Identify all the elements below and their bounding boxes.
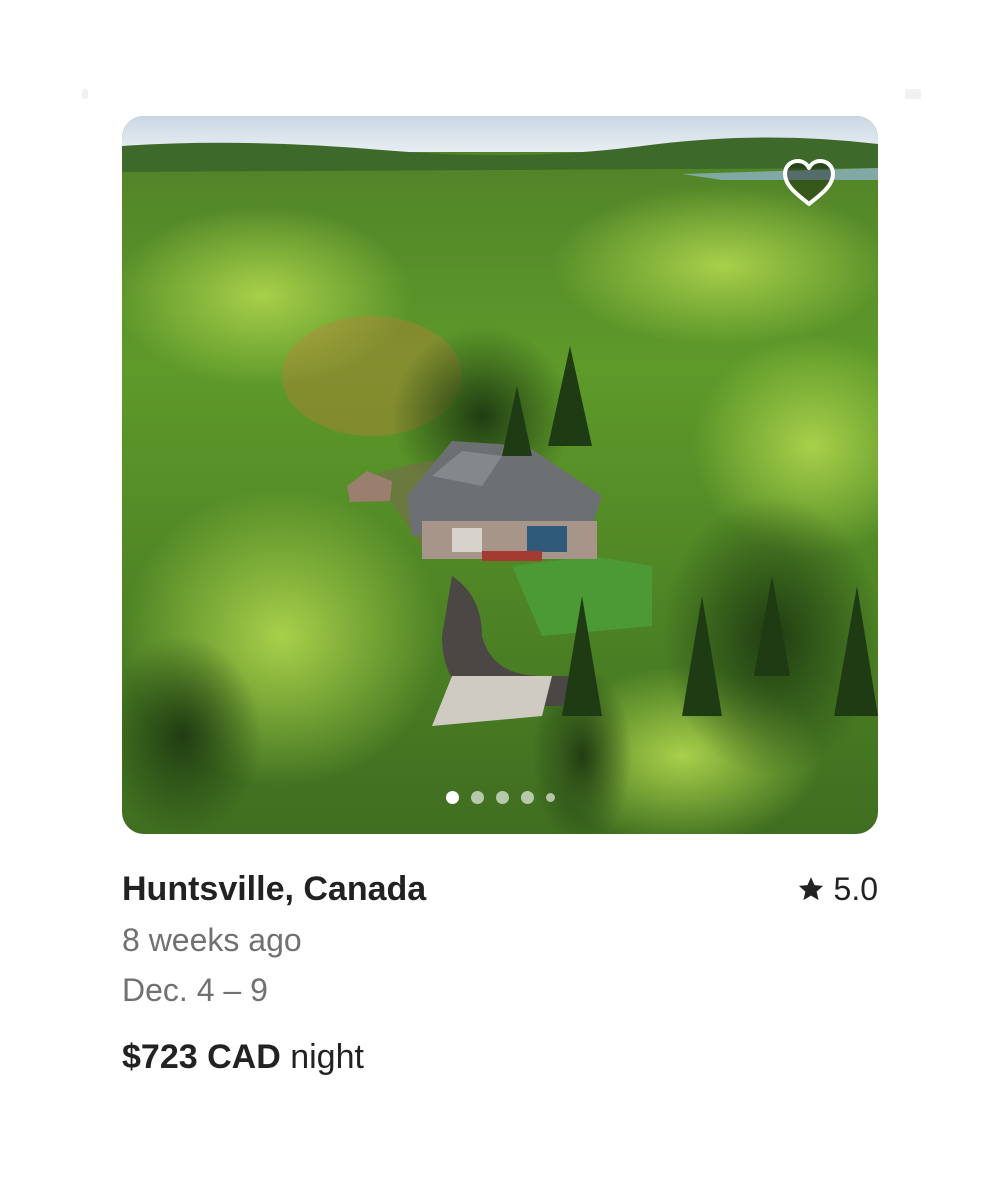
title-row: Huntsville, Canada 5.0 xyxy=(122,868,878,910)
posted-time: 8 weeks ago xyxy=(122,922,302,958)
nightly-price: $723 CAD xyxy=(122,1038,281,1076)
carousel-dot-4[interactable] xyxy=(520,791,534,804)
price-row: $723 CAD night xyxy=(122,1038,878,1077)
listing-location: Huntsville, Canada xyxy=(122,869,427,908)
carousel-dot-2[interactable] xyxy=(470,791,484,804)
wishlist-button[interactable] xyxy=(780,156,838,210)
listing-info: Huntsville, Canada 5.0 8 weeks ago Dec. … xyxy=(122,868,878,1077)
listing-card[interactable]: Huntsville, Canada 5.0 8 weeks ago Dec. … xyxy=(122,116,878,1077)
heart-icon xyxy=(783,159,835,206)
rating-value: 5.0 xyxy=(833,870,878,907)
carousel-dot-1[interactable] xyxy=(445,791,459,804)
carousel-dot-5[interactable] xyxy=(545,793,555,802)
carousel-dot-3[interactable] xyxy=(495,791,509,804)
photo-carousel-dots xyxy=(122,791,878,804)
listing-rating: 5.0 xyxy=(796,871,878,908)
listing-photo[interactable] xyxy=(122,116,878,834)
listing-dates: Dec. 4 – 9 xyxy=(122,972,268,1008)
aerial-forest-house-photo xyxy=(122,116,878,834)
price-unit: night xyxy=(290,1038,364,1076)
corner-mark-left xyxy=(82,89,88,99)
star-icon xyxy=(798,877,823,901)
corner-mark-right xyxy=(905,89,921,99)
